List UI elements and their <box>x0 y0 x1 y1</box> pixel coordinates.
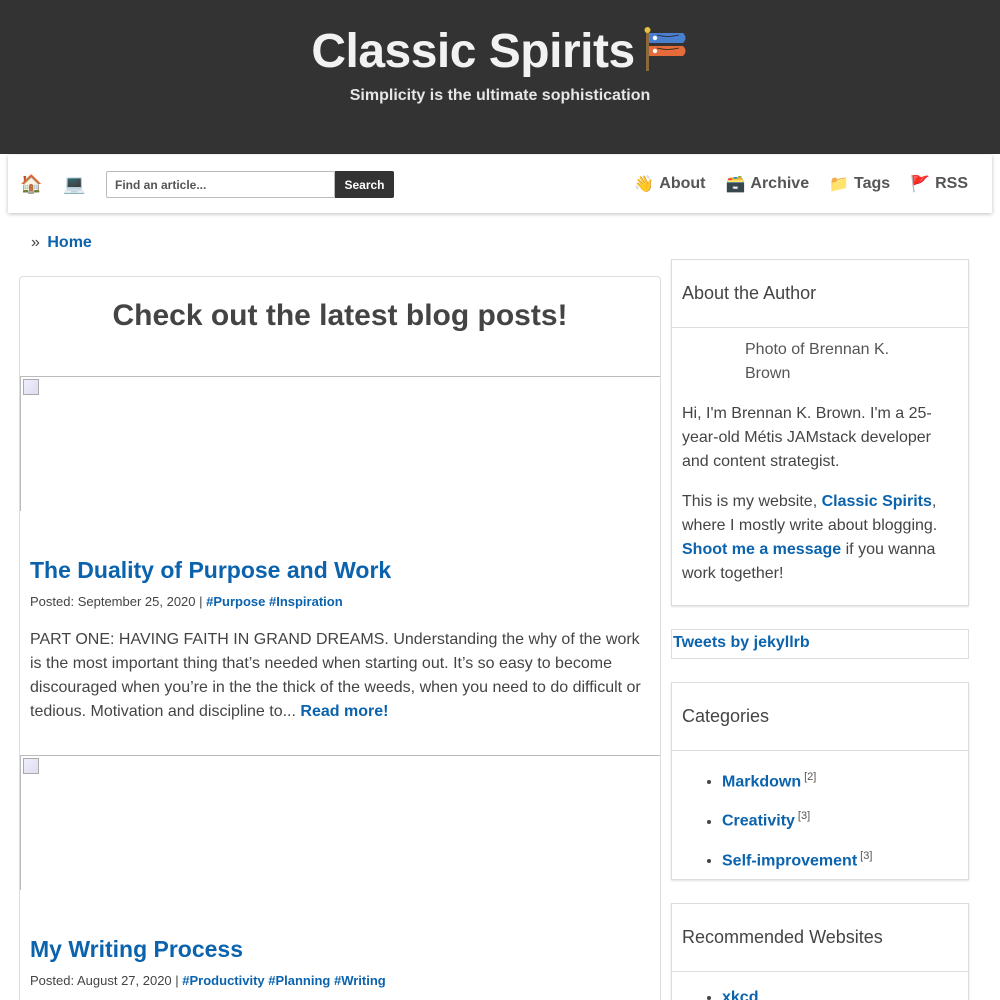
recommended-item: xkcd <box>722 988 758 1000</box>
category-link-creativity[interactable]: Creativity <box>722 813 795 830</box>
category-item: Markdown[2] <box>722 767 872 792</box>
site-tagline: Simplicity is the ultimate sophisticatio… <box>349 87 651 104</box>
site-title-text[interactable]: Classic Spirits <box>311 25 635 78</box>
about-author-card: About the Author Photo of Brennan K. Bro… <box>671 259 969 606</box>
search-input[interactable] <box>106 171 335 198</box>
flag-icon: 🚩 <box>910 176 931 193</box>
post-tags-link[interactable]: #Productivity #Planning #Writing <box>182 973 385 988</box>
author-photo: Photo of Brennan K. Brown <box>745 341 890 382</box>
category-link-markdown[interactable]: Markdown <box>722 773 801 790</box>
post-title-link[interactable]: The Duality of Purpose and Work <box>30 557 391 584</box>
recommended-list: xkcd <box>722 988 758 1000</box>
nav-links: 👋 About 🗃️ Archive 📁 Tags 🚩 RSS <box>634 174 968 194</box>
categories-card: Categories Markdown[2] Creativity[3] Sel… <box>671 682 969 880</box>
carp-streamer-icon <box>644 27 686 71</box>
category-count: [3] <box>797 810 811 823</box>
site-title[interactable]: Classic Spirits <box>0 24 1000 79</box>
folder-icon: 📁 <box>829 176 850 193</box>
nav-link-archive[interactable]: 🗃️ Archive <box>725 174 809 194</box>
category-item: Creativity[3] <box>722 806 872 831</box>
post-image[interactable] <box>20 376 660 511</box>
card-box-icon: 🗃️ <box>725 176 746 193</box>
tweets-widget: Tweets by jekyllrb <box>671 629 969 659</box>
author-site-info: This is my website, Classic Spirits, whe… <box>682 490 962 586</box>
main-content: Check out the latest blog posts! The Dua… <box>19 276 661 1000</box>
nav-link-label: About <box>659 175 706 192</box>
category-count: [2] <box>804 771 817 783</box>
search-button[interactable]: Search <box>335 171 394 198</box>
author-bio: Hi, I'm Brennan K. Brown. I'm a 25-year-… <box>682 405 932 470</box>
about-author-heading: About the Author <box>672 260 968 328</box>
tweets-link[interactable]: Tweets by jekyllrb <box>673 634 810 651</box>
post-date: Posted: August 27, 2020 | <box>30 973 179 988</box>
post-image[interactable] <box>20 755 660 890</box>
category-item: Self-improvement[3] <box>722 846 872 871</box>
contact-link[interactable]: Shoot me a message <box>682 541 841 558</box>
breadcrumb: » Home <box>31 234 92 252</box>
read-more-link[interactable]: Read more! <box>300 703 388 720</box>
nav-link-tags[interactable]: 📁 Tags <box>829 174 890 194</box>
breadcrumb-separator: » <box>31 234 40 251</box>
post-meta: Posted: August 27, 2020 | #Productivity … <box>30 973 386 988</box>
recommended-link-xkcd[interactable]: xkcd <box>722 989 758 1000</box>
nav-link-about[interactable]: 👋 About <box>634 174 705 194</box>
broken-image-icon <box>23 758 39 774</box>
category-count: [3] <box>860 849 873 862</box>
house-icon[interactable]: 🏠 <box>20 173 42 195</box>
wave-icon: 👋 <box>634 176 655 193</box>
site-header: Classic Spirits Simplicity is the ultima… <box>0 0 1000 154</box>
nav-link-label: Archive <box>750 175 810 192</box>
nav-link-rss[interactable]: 🚩 RSS <box>910 174 968 194</box>
site-info-prefix: This is my website, <box>682 493 822 510</box>
recommended-websites-heading: Recommended Websites <box>672 904 968 972</box>
post-excerpt: PART ONE: HAVING FAITH IN GRAND DREAMS. … <box>30 628 652 724</box>
nav-link-label: RSS <box>935 175 968 192</box>
navbar: 🏠 💻 Search 👋 About 🗃️ Archive 📁 Tags 🚩 R… <box>8 155 992 213</box>
categories-heading: Categories <box>672 683 968 751</box>
laptop-icon[interactable]: 💻 <box>63 173 85 195</box>
broken-image-icon <box>23 379 39 395</box>
nav-link-label: Tags <box>854 175 891 192</box>
category-link-self-improvement[interactable]: Self-improvement <box>722 852 857 869</box>
recommended-websites-card: Recommended Websites xkcd <box>671 903 969 1000</box>
breadcrumb-home-link[interactable]: Home <box>47 234 91 251</box>
page-title: Check out the latest blog posts! <box>112 299 568 332</box>
post-title-link[interactable]: My Writing Process <box>30 936 243 963</box>
post-meta: Posted: September 25, 2020 | #Purpose #I… <box>30 594 343 609</box>
post-tags-link[interactable]: #Purpose #Inspiration <box>206 594 343 609</box>
post-date: Posted: September 25, 2020 | <box>30 594 203 609</box>
categories-list: Markdown[2] Creativity[3] Self-improveme… <box>722 767 872 885</box>
site-link[interactable]: Classic Spirits <box>822 493 932 510</box>
